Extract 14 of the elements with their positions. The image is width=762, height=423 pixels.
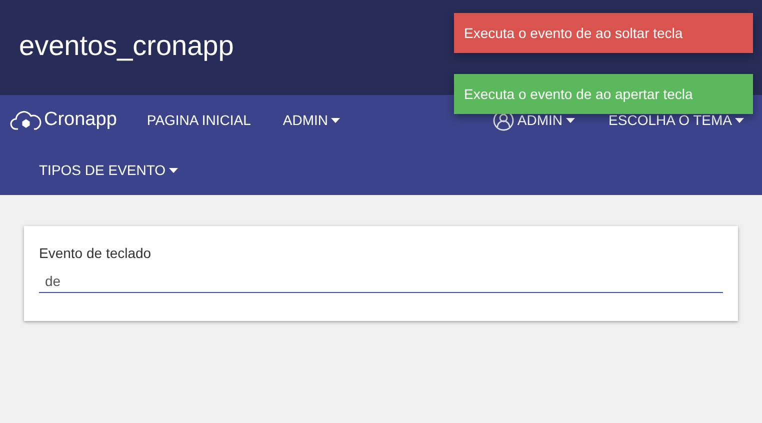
dropdown-menu[interactable]: ADMIN [282,110,340,130]
dropdown-menu[interactable]: TIPOS DE EVENTO [39,160,178,180]
app-title: eventos_cronapp [19,32,234,63]
input-field[interactable]: de [39,270,723,292]
brand-link[interactable]: Cronapp [10,106,117,134]
field-label: Evento de teclado [39,244,152,263]
cloud-logo-icon [10,109,42,131]
caret-icon [735,118,744,122]
toast-message: Executa o evento de ao soltar tecla [454,13,753,53]
nav-link[interactable]: PAGINA INICIAL [146,110,251,130]
caret-icon [331,118,340,122]
caret-icon [566,118,575,122]
caret-icon [168,168,178,172]
toast-message: Executa o evento de ao apertar tecla [454,74,753,114]
